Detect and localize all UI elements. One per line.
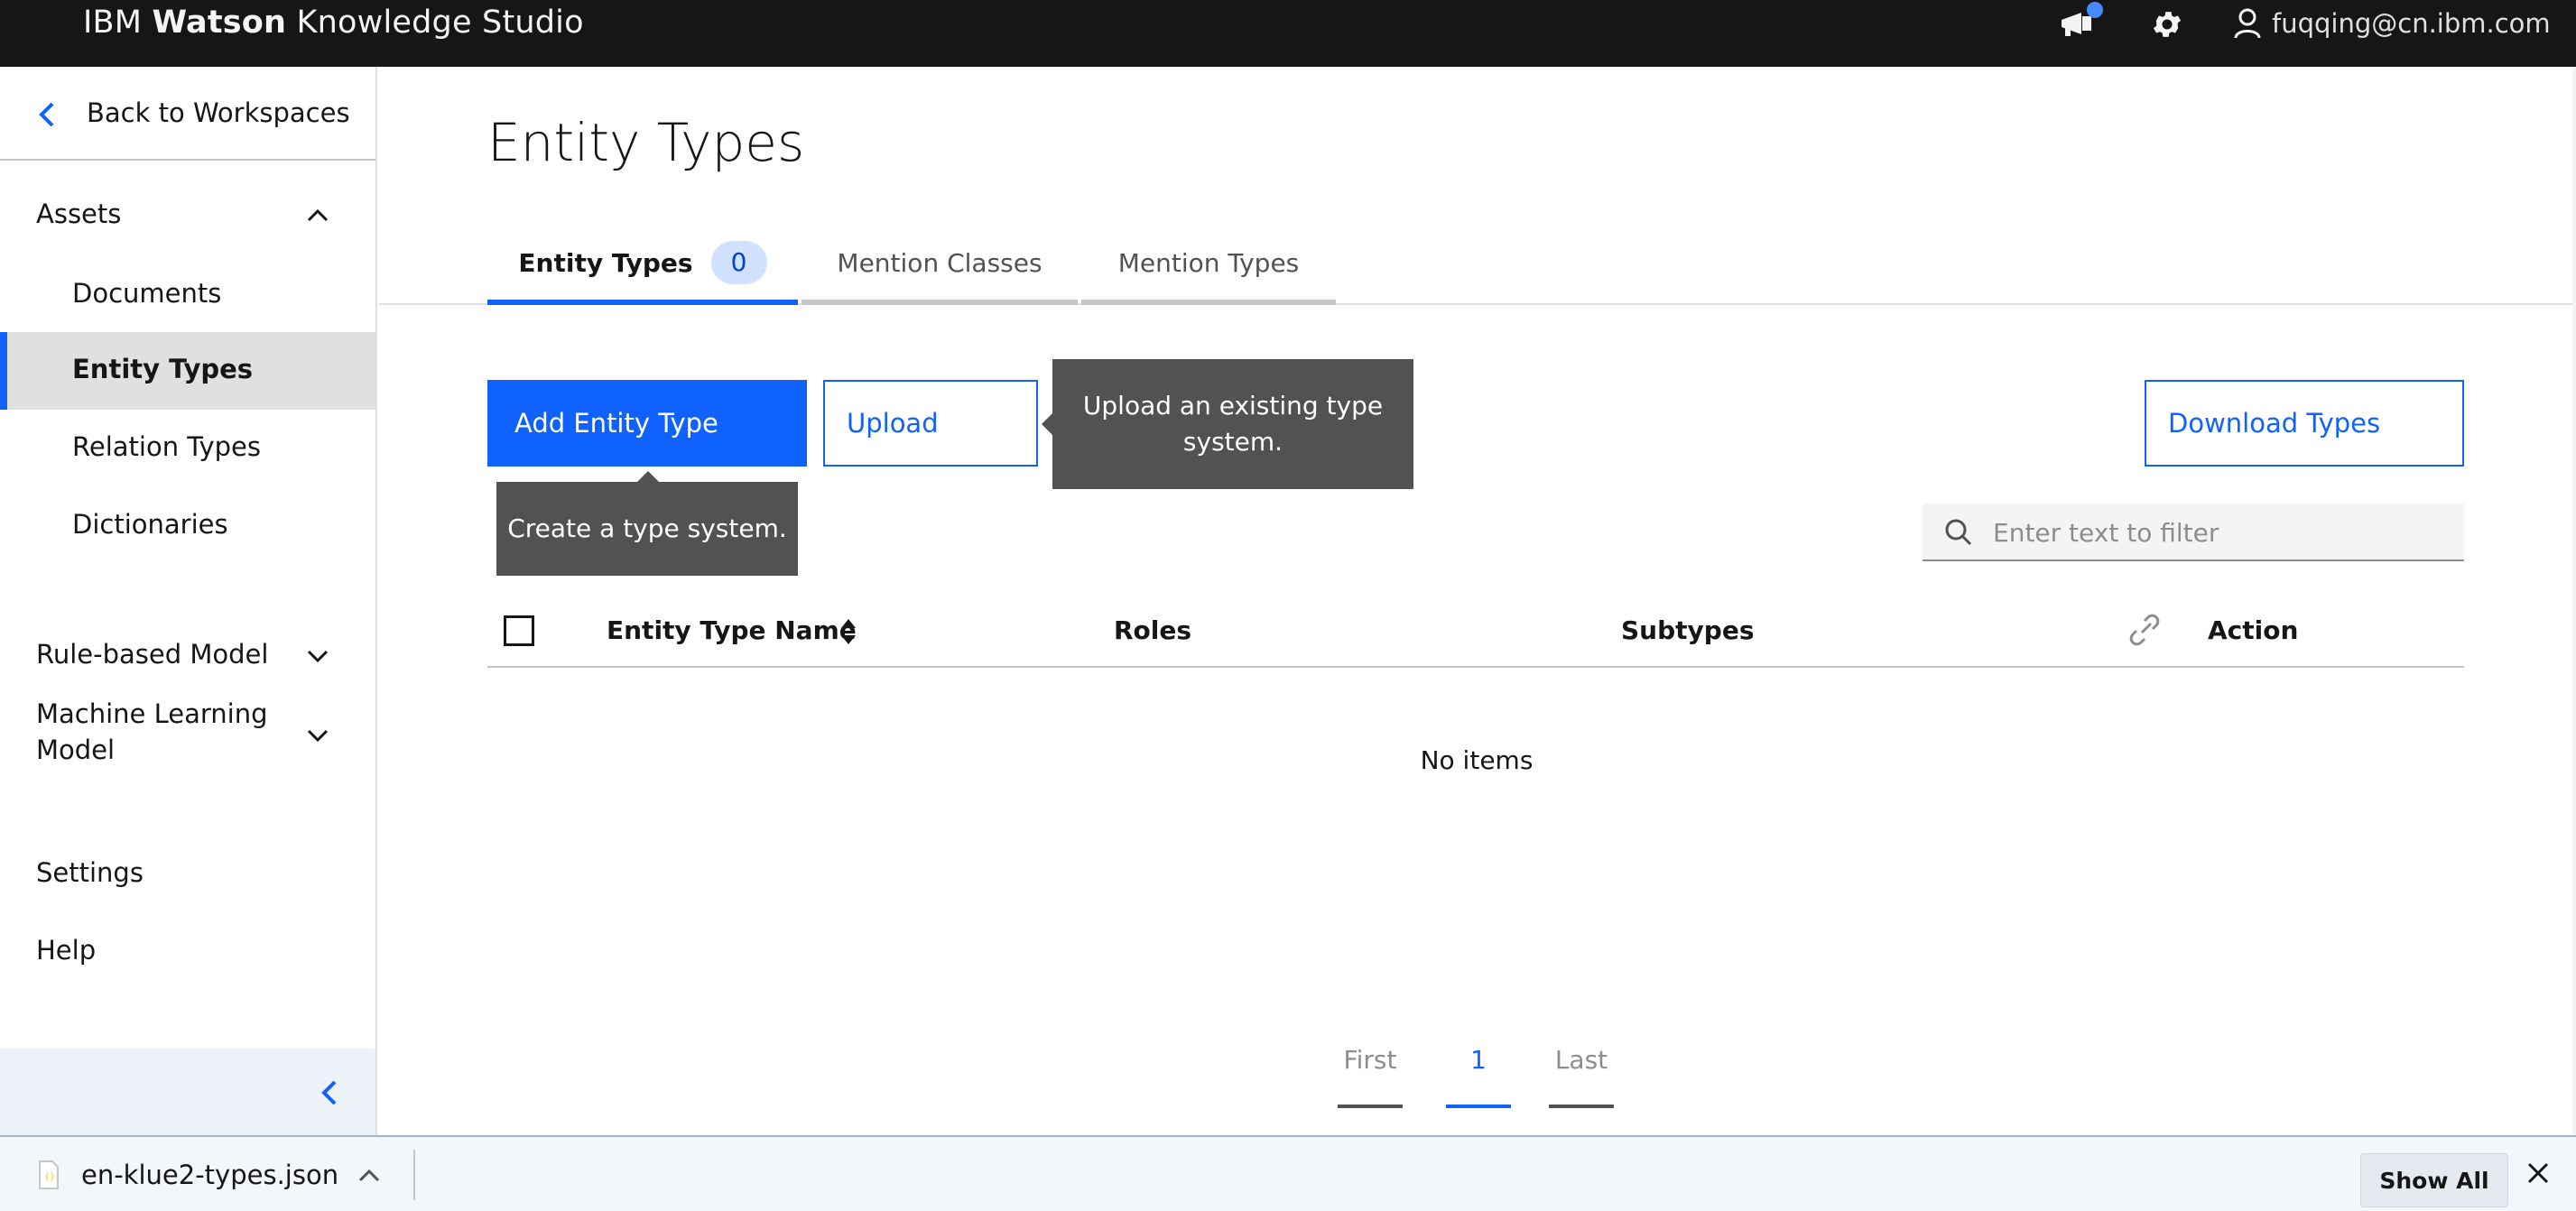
- user-email: fuqqing@cn.ibm.com: [2272, 8, 2551, 39]
- sidebar-item-label: Entity Types: [72, 354, 254, 384]
- sort-icon[interactable]: [839, 617, 857, 646]
- tab-label: Entity Types: [518, 247, 693, 278]
- chevron-down-icon: [307, 650, 329, 663]
- sidebar-item-documents[interactable]: Documents: [0, 256, 375, 334]
- column-header-action: Action: [2208, 615, 2299, 645]
- file-icon: {}: [39, 1160, 59, 1189]
- sidebar-item-settings[interactable]: Settings: [0, 836, 375, 913]
- add-tooltip-text: Create a type system.: [507, 513, 787, 543]
- rule-model-label: Rule-based Model: [36, 639, 269, 670]
- page-last-button[interactable]: Last: [1549, 1038, 1614, 1108]
- chevron-down-icon: [307, 729, 329, 743]
- sidebar-section-assets[interactable]: Assets: [0, 179, 375, 256]
- brand-prefix: IBM: [83, 5, 143, 41]
- upload-tooltip: Upload an existing type system.: [1052, 359, 1413, 489]
- column-header-name[interactable]: Entity Type Name: [607, 615, 857, 645]
- chevron-left-icon: [321, 1080, 337, 1105]
- table-header: Entity Type Name Roles Subtypes Action: [487, 596, 2464, 668]
- tab-entity-types[interactable]: Entity Types 0: [487, 226, 798, 305]
- count-badge: 0: [710, 241, 767, 284]
- sidebar-item-label: Relation Types: [72, 431, 262, 462]
- svg-text:{}: {}: [44, 1172, 55, 1182]
- ml-model-label-line1: Machine Learning: [36, 698, 268, 729]
- download-types-button[interactable]: Download Types: [2145, 380, 2464, 467]
- divider: [413, 1150, 415, 1200]
- column-header-roles: Roles: [1114, 615, 1192, 645]
- sidebar-item-entity-types[interactable]: Entity Types: [0, 332, 375, 410]
- help-label: Help: [36, 935, 97, 966]
- sidebar-item-help[interactable]: Help: [0, 913, 375, 991]
- downloads-bar: {} en-klue2-types.json Show All: [0, 1135, 2576, 1211]
- back-to-workspaces-link[interactable]: Back to Workspaces: [0, 67, 375, 161]
- column-header-subtypes: Subtypes: [1621, 615, 1755, 645]
- assets-label: Assets: [36, 199, 122, 229]
- upload-tooltip-text: Upload an existing type system.: [1082, 391, 1384, 457]
- filter-search: [1923, 504, 2464, 561]
- settings-label: Settings: [36, 857, 144, 888]
- page-first-button[interactable]: First: [1338, 1038, 1403, 1108]
- page-current-button[interactable]: 1: [1446, 1038, 1511, 1108]
- sidebar-section-ml-model[interactable]: Machine Learning Model: [0, 677, 375, 794]
- sidebar-collapse-button[interactable]: [0, 1049, 375, 1135]
- chevron-up-icon[interactable]: [358, 1168, 380, 1182]
- close-icon[interactable]: [2525, 1160, 2551, 1186]
- user-menu[interactable]: fuqqing@cn.ibm.com: [2234, 0, 2551, 47]
- tab-mention-classes[interactable]: Mention Classes: [802, 226, 1078, 305]
- link-icon: [2129, 614, 2160, 646]
- search-icon: [1945, 519, 1972, 546]
- search-input[interactable]: [1993, 513, 2444, 552]
- add-tooltip: Create a type system.: [496, 482, 798, 576]
- upload-button[interactable]: Upload: [823, 380, 1038, 467]
- tooltip-arrow: [637, 471, 659, 482]
- download-item[interactable]: {} en-klue2-types.json: [36, 1137, 380, 1211]
- notifications-icon[interactable]: [2058, 2, 2103, 40]
- chevron-left-icon: [39, 102, 54, 127]
- gear-icon[interactable]: [2150, 7, 2190, 40]
- tab-mention-types[interactable]: Mention Types: [1081, 226, 1336, 305]
- app-brand[interactable]: IBM Watson Knowledge Studio: [83, 0, 584, 45]
- brand-bold: Watson: [152, 5, 287, 41]
- empty-table-message: No items: [1420, 745, 1534, 775]
- tab-label: Mention Classes: [837, 247, 1042, 278]
- back-label: Back to Workspaces: [87, 97, 350, 128]
- brand-suffix: Knowledge Studio: [296, 5, 584, 41]
- add-entity-type-button[interactable]: Add Entity Type: [487, 380, 807, 467]
- sidebar-item-relation-types[interactable]: Relation Types: [0, 410, 375, 487]
- chevron-up-icon: [307, 208, 329, 222]
- select-all-checkbox[interactable]: [504, 615, 534, 646]
- scrollbar[interactable]: [2572, 67, 2576, 1135]
- left-sidebar: Back to Workspaces Assets Documents Enti…: [0, 67, 377, 1135]
- page-title: Entity Types: [487, 112, 805, 173]
- download-file-name: en-klue2-types.json: [81, 1160, 339, 1190]
- tab-label: Mention Types: [1117, 247, 1300, 278]
- sidebar-item-label: Dictionaries: [72, 509, 228, 540]
- tooltip-arrow: [1042, 413, 1052, 435]
- top-header: IBM Watson Knowledge Studio fuqqing@cn.i…: [0, 0, 2576, 67]
- notification-dot: [2087, 2, 2103, 18]
- show-all-button[interactable]: Show All: [2360, 1153, 2508, 1207]
- sidebar-item-dictionaries[interactable]: Dictionaries: [0, 487, 375, 565]
- sidebar-item-label: Documents: [72, 278, 222, 309]
- user-icon: [2234, 8, 2261, 39]
